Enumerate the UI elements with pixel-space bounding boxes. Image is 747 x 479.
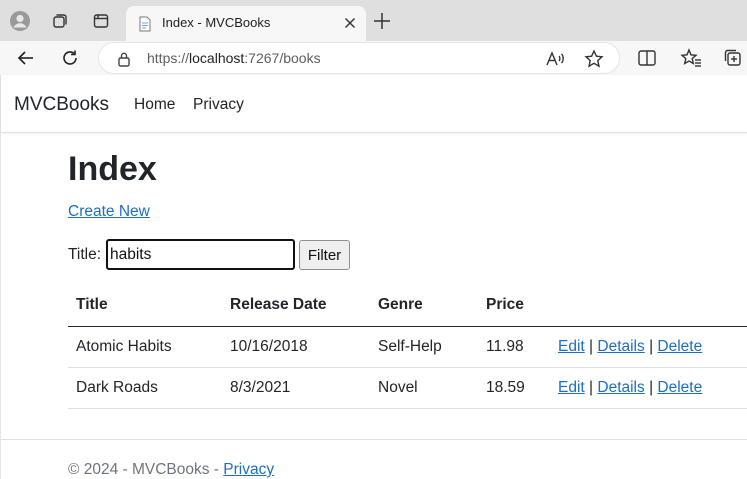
delete-link[interactable]: Delete <box>657 338 702 355</box>
browser-tabstrip: Index - MVCBooks <box>0 0 747 41</box>
nav-link-privacy[interactable]: Privacy <box>193 96 244 114</box>
cell-release-date: 8/3/2021 <box>222 367 370 409</box>
site-footer: © 2024 - MVCBooks - Privacy <box>1 439 747 479</box>
cell-actions: Edit | Details | Delete <box>550 367 747 409</box>
back-arrow-icon[interactable] <box>13 45 39 71</box>
split-screen-icon[interactable] <box>636 47 658 69</box>
nav-link-home[interactable]: Home <box>134 96 175 114</box>
books-table: Title Release Date Genre Price Atomic Ha… <box>68 284 747 409</box>
url-scheme: https:// <box>147 50 190 66</box>
cell-release-date: 10/16/2018 <box>222 326 370 368</box>
profile-avatar-icon[interactable] <box>7 8 33 34</box>
address-bar[interactable]: https://localhost:7267/books <box>98 42 620 74</box>
title-filter-input[interactable] <box>106 239 295 270</box>
create-new-link[interactable]: Create New <box>68 203 150 221</box>
filter-title-label: Title: <box>68 246 102 263</box>
cell-genre: Self-Help <box>370 326 478 368</box>
table-row: Atomic Habits 10/16/2018 Self-Help 11.98… <box>68 326 747 368</box>
cell-genre: Novel <box>370 367 478 409</box>
footer-copyright-text: © 2024 - MVCBooks - <box>68 461 224 478</box>
filter-button[interactable]: Filter <box>299 240 350 270</box>
column-header-price: Price <box>478 284 550 327</box>
brand-link[interactable]: MVCBooks <box>14 94 109 116</box>
collections-icon[interactable] <box>722 47 744 69</box>
cell-price: 18.59 <box>478 367 550 409</box>
action-separator: | <box>589 337 594 355</box>
edit-link[interactable]: Edit <box>558 379 585 396</box>
footer-privacy-link[interactable]: Privacy <box>223 461 274 478</box>
action-separator: | <box>589 378 594 396</box>
column-header-title: Title <box>68 284 222 327</box>
browser-tab-active[interactable]: Index - MVCBooks <box>126 6 366 41</box>
cell-actions: Edit | Details | Delete <box>550 326 747 368</box>
edit-link[interactable]: Edit <box>558 338 585 355</box>
read-aloud-icon[interactable] <box>545 49 565 69</box>
column-header-genre: Genre <box>370 284 478 327</box>
page-favicon-icon <box>137 16 153 37</box>
close-tab-icon[interactable] <box>342 15 358 31</box>
favorite-star-icon[interactable] <box>584 49 604 69</box>
page-viewport: MVCBooks Home Privacy Index Create New T… <box>0 75 747 479</box>
table-row: Dark Roads 8/3/2021 Novel 18.59 Edit | D… <box>68 367 747 409</box>
lock-icon[interactable] <box>117 51 131 72</box>
url-path: :7267/books <box>244 50 321 66</box>
cell-title: Atomic Habits <box>68 326 222 368</box>
tab-title: Index - MVCBooks <box>162 15 271 30</box>
filter-form: Title: Filter <box>68 239 468 271</box>
delete-link[interactable]: Delete <box>657 379 702 396</box>
page-title: Index <box>68 150 157 188</box>
favorites-list-icon[interactable] <box>680 47 702 69</box>
site-navbar: MVCBooks Home Privacy <box>1 75 747 133</box>
cell-title: Dark Roads <box>68 367 222 409</box>
table-header-row: Title Release Date Genre Price <box>68 284 747 327</box>
tab-actions-icon[interactable] <box>88 8 114 34</box>
browser-toolbar: https://localhost:7267/books <box>0 41 747 75</box>
action-separator: | <box>649 378 654 396</box>
workspaces-icon[interactable] <box>47 8 73 34</box>
url-text: https://localhost:7267/books <box>147 50 321 66</box>
new-tab-icon[interactable] <box>370 9 394 33</box>
details-link[interactable]: Details <box>597 379 644 396</box>
footer-copyright: © 2024 - MVCBooks - Privacy <box>68 461 274 479</box>
column-header-actions <box>550 284 747 327</box>
details-link[interactable]: Details <box>597 338 644 355</box>
url-host: localhost <box>189 50 245 66</box>
column-header-release-date: Release Date <box>222 284 370 327</box>
refresh-icon[interactable] <box>57 45 83 71</box>
action-separator: | <box>649 337 654 355</box>
cell-price: 11.98 <box>478 326 550 368</box>
